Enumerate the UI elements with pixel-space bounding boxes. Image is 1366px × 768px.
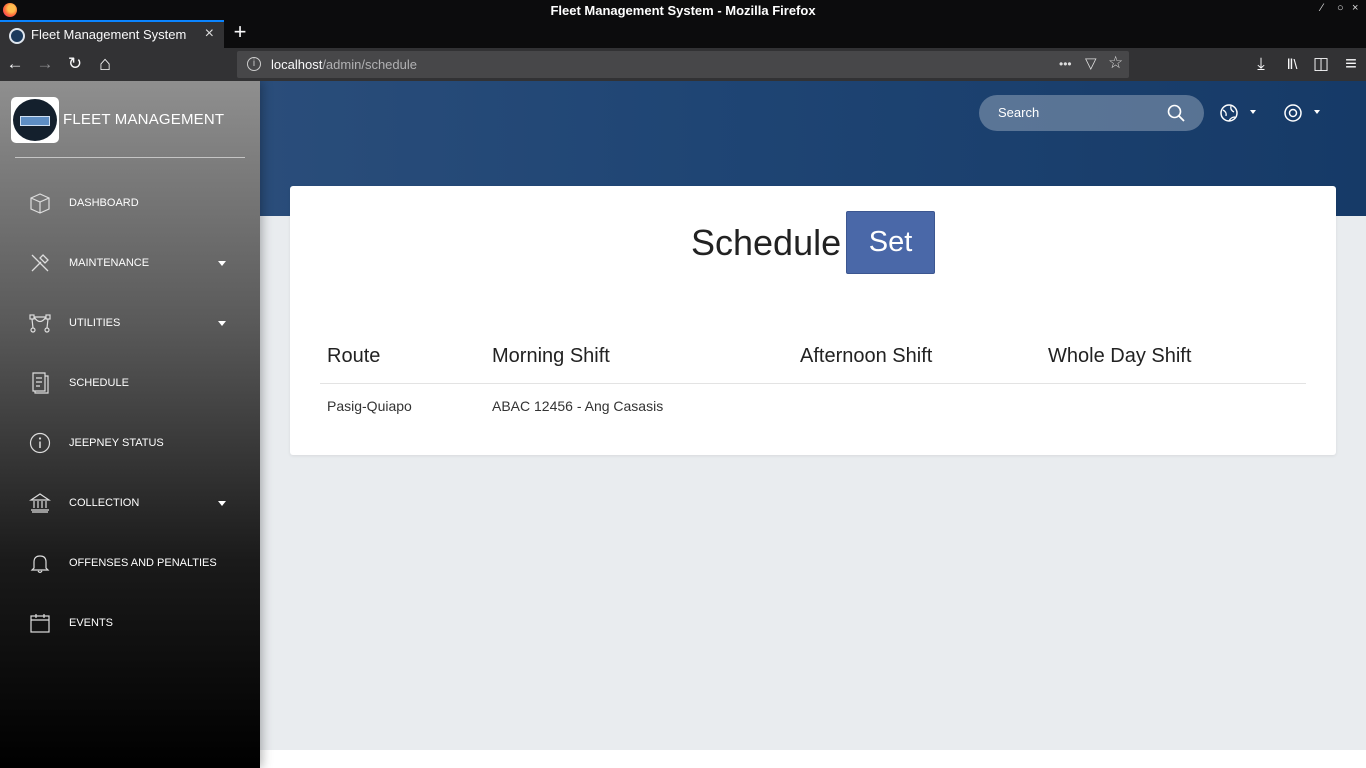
navigation-bar: ← → ↻ ⌂ i localhost/admin/schedule ••• ▽… [0,48,1366,81]
schedule-card: Schedule Set Route Morning Shift Afterno… [290,186,1336,455]
app-viewport: Search FLEET MANAGEMENT DASHBOARD MAINTE… [0,81,1366,768]
globe-icon[interactable] [1219,103,1239,123]
sidebar-item-label: OFFENSES AND PENALTIES [69,557,217,569]
sidebar-item-collection[interactable]: COLLECTION [0,482,260,526]
hamburger-menu-icon[interactable]: ≡ [1339,53,1363,77]
tools-icon [31,254,49,272]
sidebar-item-maintenance[interactable]: MAINTENANCE [0,242,260,286]
brand-title[interactable]: FLEET MANAGEMENT [63,111,224,128]
pocket-icon[interactable]: ▽ [1085,54,1097,72]
bank-icon [29,493,51,513]
sidebar-item-label: UTILITIES [69,317,121,329]
window-titlebar: Fleet Management System - Mozilla Firefo… [0,0,1366,20]
sidebar-item-schedule[interactable]: SCHEDULE [0,362,260,406]
bell-icon [30,555,50,574]
table-header-morning-shift: Morning Shift [492,345,610,367]
chevron-down-icon[interactable] [218,261,226,266]
sidebar-item-utilities[interactable]: UTILITIES [0,302,260,346]
table-cell-morning-shift: ABAC 12456 - Ang Casasis [492,398,664,414]
forward-button[interactable]: → [33,53,57,77]
url-path: /admin/schedule [322,57,417,72]
tab-title: Fleet Management System [31,27,187,42]
site-favicon-icon [9,28,25,44]
close-window-icon[interactable]: × [1352,2,1358,14]
page-title: Schedule [691,222,842,263]
back-button[interactable]: ← [3,53,27,77]
search-input[interactable]: Search [998,105,1039,120]
window-title: Fleet Management System - Mozilla Firefo… [550,3,816,18]
sidebar-item-label: SCHEDULE [69,377,129,389]
minimize-icon[interactable]: ⁄ [1321,2,1323,14]
vector-icon [29,314,51,333]
sidebar-item-offenses-penalties[interactable]: OFFENSES AND PENALTIES [0,542,260,586]
sidebar-item-events[interactable]: EVENTS [0,602,260,646]
library-icon[interactable]: Ⅱ\ [1280,53,1304,77]
page-actions-icon[interactable]: ••• [1059,57,1072,71]
downloads-icon[interactable]: ⤓ [1249,53,1273,77]
tab-bar: Fleet Management System × + [0,20,1366,48]
sidebar-item-label: COLLECTION [69,497,140,509]
user-dropdown-caret[interactable] [1314,110,1320,114]
search-icon[interactable] [1167,104,1185,122]
sidebar-item-label: MAINTENANCE [69,257,150,269]
footer [260,750,1366,768]
browser-tab-active[interactable]: Fleet Management System × [0,20,224,48]
brand-divider [15,157,245,158]
maximize-icon[interactable]: ○ [1337,2,1344,14]
search-box[interactable]: Search [979,95,1204,131]
table-header-whole-day-shift: Whole Day Shift [1048,345,1192,367]
chevron-down-icon[interactable] [218,321,226,326]
table-divider [320,383,1306,384]
bookmark-star-icon[interactable]: ☆ [1108,53,1123,73]
url-text[interactable]: localhost/admin/schedule [271,57,417,72]
reload-button[interactable]: ↻ [63,53,87,77]
bus-icon [20,116,50,126]
url-host: localhost [271,57,323,72]
tab-close-icon[interactable]: × [205,25,214,43]
table-header-route: Route [327,345,381,367]
sidebar-item-label: EVENTS [69,617,114,629]
chevron-down-icon[interactable] [218,501,226,506]
new-tab-button[interactable]: + [230,21,250,45]
table-header-afternoon-shift: Afternoon Shift [800,345,933,367]
globe-dropdown-caret[interactable] [1250,110,1256,114]
user-icon[interactable] [1283,103,1303,123]
brand-logo[interactable] [11,97,59,143]
box-icon [30,193,50,214]
site-info-icon[interactable]: i [247,57,261,71]
info-icon [29,432,51,454]
sidebar-item-dashboard[interactable]: DASHBOARD [0,182,260,226]
sidebar-item-label: DASHBOARD [69,197,139,209]
set-schedule-button[interactable]: Set [846,211,935,274]
sidebar-toggle-icon[interactable]: ◫ [1309,53,1333,77]
sidebar: FLEET MANAGEMENT DASHBOARD MAINTENANCE U… [0,81,260,768]
home-button[interactable]: ⌂ [93,53,117,77]
table-cell-route: Pasig-Quiapo [327,398,412,414]
sidebar-item-jeepney-status[interactable]: JEEPNEY STATUS [0,422,260,466]
document-icon [32,372,49,394]
calendar-icon [30,614,50,633]
logo-emblem [13,99,57,141]
url-bar[interactable]: i localhost/admin/schedule ••• ▽ ☆ [237,51,1129,78]
sidebar-item-label: JEEPNEY STATUS [69,437,164,449]
